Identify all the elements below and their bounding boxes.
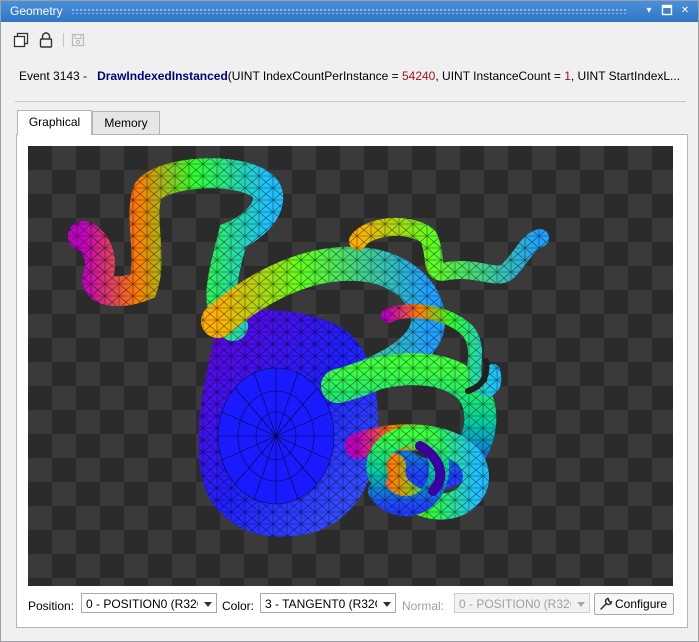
position-label: Position: [28, 599, 75, 613]
vertex-attribute-controls: Position: 0 - POSITION0 (R32G32B32_FLOAT… [17, 590, 687, 618]
event-args-tail: , UINT StartIndexL... [570, 69, 681, 83]
window-menu-icon[interactable]: ▾ [642, 4, 656, 18]
color-dropdown[interactable]: 3 - TANGENT0 (R32G32B32_FLOAT) [260, 593, 396, 613]
chevron-down-icon [577, 602, 585, 607]
close-icon[interactable]: ✕ [678, 4, 692, 18]
event-id: Event 3143 - [19, 69, 88, 83]
event-args-open: (UINT IndexCountPerInstance = [227, 69, 402, 83]
window-title: Geometry [10, 4, 63, 18]
event-args-mid: , UINT InstanceCount = [435, 69, 565, 83]
graphical-panel: Position: 0 - POSITION0 (R32G32B32_FLOAT… [16, 134, 688, 628]
configure-button[interactable]: Configure [594, 593, 674, 615]
position-value: 0 - POSITION0 (R32G32B32_FLOAT) [86, 597, 198, 611]
toolbar [1, 23, 698, 55]
configure-label: Configure [615, 597, 668, 611]
position-dropdown[interactable]: 0 - POSITION0 (R32G32B32_FLOAT) [81, 593, 217, 613]
normal-label: Normal: [402, 599, 445, 613]
color-label: Color: [222, 599, 255, 613]
tab-memory[interactable]: Memory [92, 111, 160, 135]
copy-icon[interactable] [12, 31, 30, 49]
normal-dropdown: 0 - POSITION0 (R32G32B32_FLOAT) [454, 593, 590, 613]
divider [15, 101, 686, 102]
chevron-down-icon [383, 602, 391, 607]
maximize-icon[interactable] [660, 4, 674, 18]
index-count-value: 54240 [401, 69, 436, 83]
toolbar-separator [63, 33, 64, 47]
lock-icon[interactable] [37, 31, 55, 49]
function-name: DrawIndexedInstanced [97, 69, 228, 83]
normal-value: 0 - POSITION0 (R32G32B32_FLOAT) [459, 597, 571, 611]
mesh-viewport[interactable] [28, 146, 673, 586]
geometry-window: Geometry ▾ ✕ Event 3143 - DrawIndexedIns… [0, 0, 699, 642]
title-bar-grip [71, 8, 628, 14]
event-description: Event 3143 - DrawIndexedInstanced(UINT I… [19, 69, 689, 85]
tab-graphical[interactable]: Graphical [17, 110, 92, 135]
save-icon [69, 31, 87, 49]
wrench-icon [599, 597, 613, 617]
instance-count-value: 1 [564, 69, 571, 83]
title-bar: Geometry ▾ ✕ [1, 1, 698, 22]
color-value: 3 - TANGENT0 (R32G32B32_FLOAT) [265, 597, 377, 611]
chevron-down-icon [204, 602, 212, 607]
mesh-render [68, 158, 549, 537]
